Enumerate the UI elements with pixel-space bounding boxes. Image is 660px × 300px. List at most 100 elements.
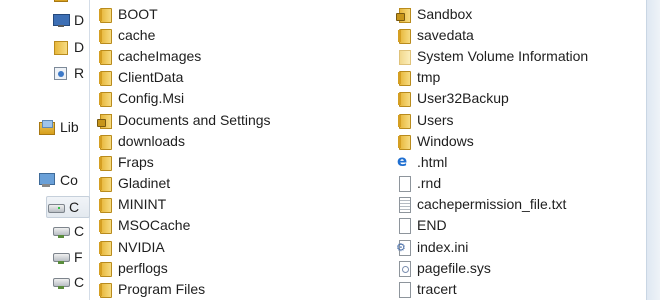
nav-item-drive-4[interactable]: C bbox=[52, 272, 84, 292]
nav-item-recent-places[interactable]: R bbox=[52, 63, 84, 83]
file-name: savedata bbox=[417, 26, 474, 43]
locked-folder-icon bbox=[97, 112, 113, 129]
folder-icon bbox=[97, 6, 113, 23]
file-name: tracert bbox=[417, 281, 457, 298]
folder-icon bbox=[97, 217, 113, 235]
folder-icon bbox=[396, 90, 412, 108]
list-item[interactable]: index.ini bbox=[396, 236, 588, 257]
list-item[interactable]: END bbox=[396, 215, 588, 236]
file-name: System Volume Information bbox=[417, 47, 589, 64]
list-item[interactable]: MSOCache bbox=[97, 215, 271, 236]
file-name: cache bbox=[118, 26, 156, 43]
list-item[interactable]: Program Files bbox=[97, 278, 271, 299]
list-item[interactable]: Sandbox bbox=[396, 3, 588, 24]
folder-icon bbox=[97, 27, 113, 44]
file-name: .rnd bbox=[417, 175, 442, 192]
network-drive-icon bbox=[52, 274, 70, 290]
list-item[interactable]: NVIDIA bbox=[97, 236, 271, 257]
file-name: BOOT bbox=[118, 5, 158, 22]
network-drive-icon bbox=[52, 223, 70, 239]
file-name: index.ini bbox=[417, 238, 469, 255]
nav-item-downloads[interactable]: D bbox=[52, 37, 84, 57]
navigation-pane[interactable]: D D R Lib Co C C F C bbox=[0, 0, 90, 300]
file-name: Gladinet bbox=[118, 175, 171, 192]
file-name: Users bbox=[417, 111, 454, 128]
list-item[interactable]: ClientData bbox=[97, 67, 271, 88]
folder-icon bbox=[97, 281, 113, 299]
file-name: .html bbox=[417, 153, 448, 170]
file-name: pagefile.sys bbox=[417, 259, 491, 276]
list-item[interactable]: .html bbox=[396, 151, 588, 172]
list-item[interactable]: BOOT bbox=[97, 3, 271, 24]
locked-folder-icon bbox=[396, 6, 412, 23]
libraries-icon bbox=[38, 119, 56, 135]
file-name: downloads bbox=[118, 132, 185, 149]
folder-icon bbox=[97, 133, 113, 150]
computer-icon bbox=[38, 172, 56, 188]
folder-icon bbox=[97, 154, 113, 171]
list-item[interactable]: System Volume Information bbox=[396, 45, 588, 66]
file-name: Documents and Settings bbox=[118, 111, 271, 128]
blank-file-icon bbox=[396, 175, 412, 193]
network-drive-icon bbox=[52, 249, 70, 265]
text-file-icon bbox=[396, 196, 412, 214]
nav-item-computer[interactable]: Co bbox=[38, 170, 78, 190]
system-file-icon bbox=[396, 260, 412, 277]
hidden-folder-icon bbox=[396, 48, 412, 65]
nav-item-drive-3[interactable]: F bbox=[52, 247, 83, 267]
folder-icon bbox=[396, 112, 412, 129]
file-name: Fraps bbox=[118, 153, 154, 170]
list-item[interactable]: User32Backup bbox=[396, 88, 588, 109]
nav-item-label: D bbox=[74, 12, 85, 28]
file-name: END bbox=[417, 217, 447, 234]
list-item[interactable]: cacheImages bbox=[97, 45, 271, 66]
settings-file-icon bbox=[396, 239, 412, 256]
list-item[interactable]: pagefile.sys bbox=[396, 257, 588, 278]
drive-icon bbox=[47, 199, 65, 215]
nav-item-label: R bbox=[74, 65, 85, 81]
list-item[interactable]: Users bbox=[396, 109, 588, 130]
list-item[interactable]: savedata bbox=[396, 24, 588, 45]
nav-item-label: D bbox=[74, 39, 85, 55]
file-name: NVIDIA bbox=[118, 238, 165, 255]
file-column-1: BOOT cache cacheImages ClientData Config… bbox=[97, 3, 271, 300]
file-name: cachepermission_file.txt bbox=[417, 196, 567, 213]
nav-item-label: C bbox=[74, 274, 85, 290]
nav-item-desktop[interactable]: D bbox=[52, 10, 84, 30]
folder-icon bbox=[396, 133, 412, 150]
list-item[interactable]: Config.Msi bbox=[97, 88, 271, 109]
folder-icon bbox=[396, 27, 412, 44]
list-item[interactable]: Windows bbox=[396, 130, 588, 151]
folder-icon bbox=[97, 196, 113, 214]
list-item[interactable]: Documents and Settings bbox=[97, 109, 271, 130]
folder-icon bbox=[97, 90, 113, 108]
folder-icon bbox=[97, 175, 113, 193]
list-item[interactable]: tmp bbox=[396, 67, 588, 88]
list-item[interactable]: Fraps bbox=[97, 151, 271, 172]
file-list[interactable]: BOOT cache cacheImages ClientData Config… bbox=[90, 0, 647, 300]
recent-places-icon bbox=[52, 65, 70, 81]
file-name: Config.Msi bbox=[118, 90, 185, 107]
list-item[interactable]: tracert bbox=[396, 278, 588, 299]
file-name: tmp bbox=[417, 69, 441, 86]
file-name: User32Backup bbox=[417, 90, 509, 107]
list-item[interactable]: MININT bbox=[97, 194, 271, 215]
blank-file-icon bbox=[396, 281, 412, 299]
folder-icon bbox=[52, 39, 70, 55]
folder-icon bbox=[97, 260, 113, 277]
list-item[interactable]: perflogs bbox=[97, 257, 271, 278]
list-item[interactable]: downloads bbox=[97, 130, 271, 151]
nav-item-drive-2[interactable]: C bbox=[52, 221, 84, 241]
file-name: Windows bbox=[417, 132, 474, 149]
blank-file-icon bbox=[396, 217, 412, 235]
list-item[interactable]: cache bbox=[97, 24, 271, 45]
list-item[interactable]: cachepermission_file.txt bbox=[396, 194, 588, 215]
nav-item-libraries[interactable]: Lib bbox=[38, 117, 79, 137]
html-file-icon bbox=[396, 152, 412, 170]
file-name: MSOCache bbox=[118, 217, 191, 234]
list-item[interactable]: Gladinet bbox=[97, 173, 271, 194]
file-column-2: Sandbox savedata System Volume Informati… bbox=[396, 3, 588, 300]
list-item[interactable]: .rnd bbox=[396, 173, 588, 194]
nav-item-label: Co bbox=[60, 172, 78, 188]
nav-item-local-disk[interactable]: C bbox=[46, 196, 90, 218]
